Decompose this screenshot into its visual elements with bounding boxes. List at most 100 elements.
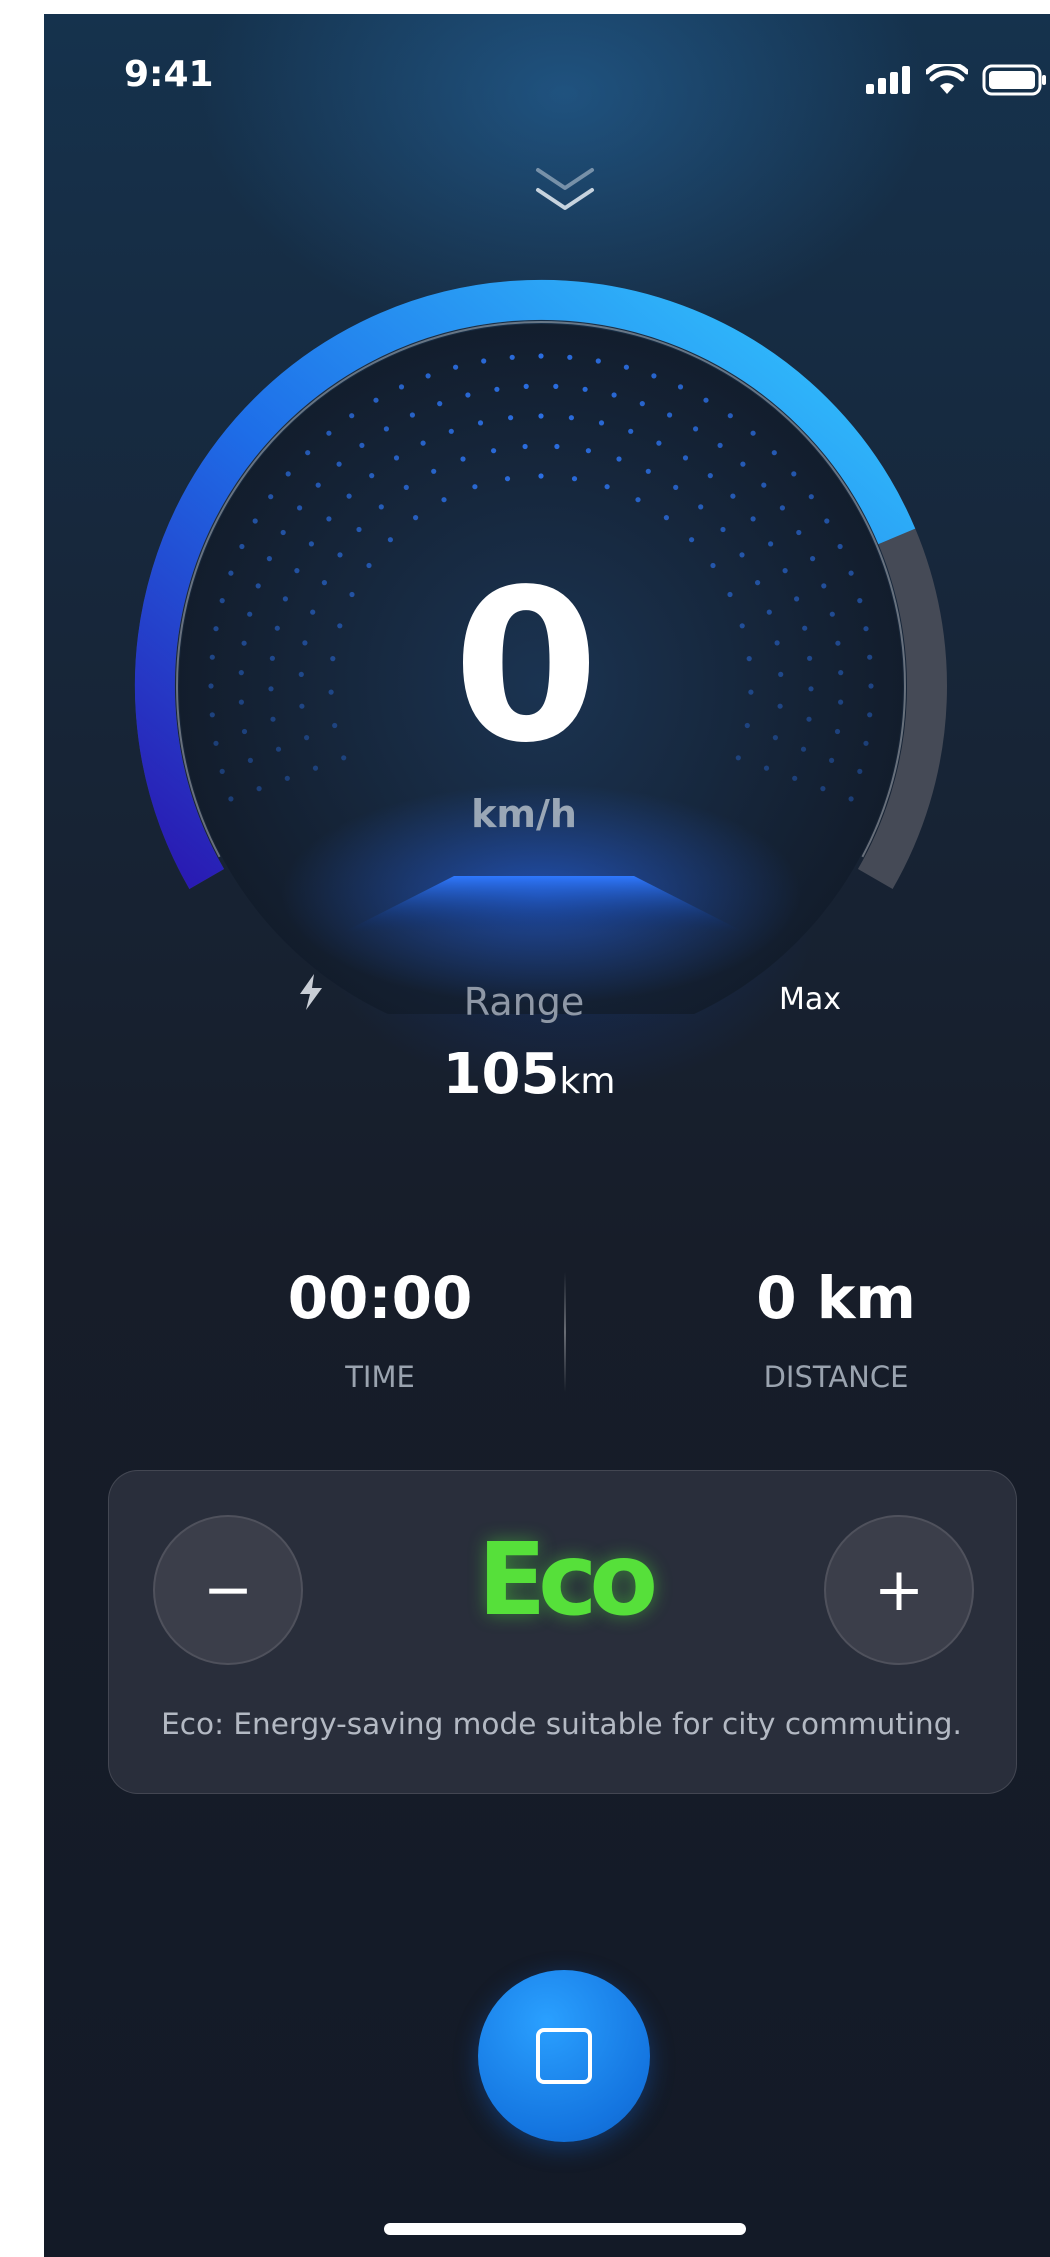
gauge-dot bbox=[285, 471, 291, 477]
gauge-dot bbox=[623, 364, 630, 370]
gauge-dot bbox=[356, 526, 362, 533]
range-number: 105 bbox=[442, 1042, 560, 1107]
gauge-dot bbox=[477, 420, 484, 426]
gauge-dot bbox=[294, 568, 300, 574]
gauge-dot bbox=[270, 716, 276, 722]
range-value: 105km bbox=[414, 1042, 644, 1107]
gauge-dot bbox=[707, 473, 713, 479]
gauge-dot bbox=[824, 518, 830, 524]
gauge-dot bbox=[761, 482, 767, 488]
speed-unit: km/h bbox=[471, 792, 577, 836]
gauge-dot bbox=[219, 768, 225, 775]
gauge-dot bbox=[779, 505, 786, 511]
gauge-dot bbox=[717, 442, 723, 448]
gauge-dot bbox=[465, 392, 471, 398]
gauge-dot bbox=[266, 556, 272, 562]
gauge-dot bbox=[616, 456, 622, 462]
gauge-dot bbox=[750, 430, 756, 436]
home-indicator[interactable] bbox=[384, 2223, 746, 2235]
gauge-dot bbox=[848, 570, 854, 576]
gauge-dot bbox=[838, 670, 844, 676]
gauge-dot bbox=[383, 426, 389, 432]
gauge-dot bbox=[808, 494, 814, 500]
gauge-dot bbox=[604, 484, 610, 490]
gauge-dot bbox=[326, 516, 332, 522]
minus-icon: − bbox=[202, 1555, 254, 1625]
gauge-dot bbox=[848, 796, 854, 802]
gauge-dot bbox=[336, 461, 342, 467]
gauge-dot bbox=[413, 515, 419, 521]
gauge-dot bbox=[802, 625, 808, 631]
gauge-dot bbox=[635, 497, 641, 503]
gauge-dot bbox=[693, 426, 699, 432]
gauge-dot bbox=[727, 413, 733, 419]
increase-mode-button[interactable]: + bbox=[824, 1515, 974, 1665]
gauge-dot bbox=[460, 456, 466, 462]
gauge-dot bbox=[326, 430, 332, 436]
distance-value: 0 km bbox=[756, 1264, 916, 1332]
gauge-dot bbox=[373, 397, 379, 403]
gauge-dot bbox=[308, 541, 314, 547]
gauge-dot bbox=[213, 626, 219, 632]
gauge-dot bbox=[689, 537, 695, 543]
gauge-dot bbox=[472, 484, 478, 490]
gauge-dot bbox=[553, 383, 559, 389]
gauge-dot bbox=[403, 484, 409, 490]
gauge-dot bbox=[349, 413, 355, 419]
gauge-dot bbox=[782, 568, 788, 574]
decrease-mode-button[interactable]: − bbox=[153, 1515, 303, 1665]
gauge-dot bbox=[806, 716, 812, 722]
gauge-dot bbox=[835, 640, 841, 646]
gauge-dot bbox=[863, 626, 869, 632]
gauge-dot bbox=[645, 468, 651, 474]
mode-description: Eco: Energy-saving mode suitable for cit… bbox=[161, 1707, 962, 1741]
gauge-dot bbox=[312, 765, 319, 771]
gauge-dot bbox=[739, 552, 745, 558]
gauge-dot bbox=[778, 671, 784, 678]
gauge-dot bbox=[369, 473, 375, 479]
gauge-dot bbox=[639, 401, 645, 407]
gauge-dot bbox=[304, 735, 310, 741]
gauge-dot bbox=[282, 596, 288, 602]
gauge-dot bbox=[280, 529, 286, 536]
gauge-dot bbox=[393, 455, 400, 461]
phone-screen: 9:41 0 km/h Range 105km Max 00:00 TIME 0… bbox=[44, 14, 1050, 2257]
gauge-dot bbox=[302, 640, 308, 646]
gauge-dot bbox=[829, 757, 835, 764]
gauge-dot bbox=[378, 504, 384, 510]
gauge-dot bbox=[523, 383, 529, 389]
gauge-dot bbox=[453, 364, 459, 370]
gauge-dot bbox=[834, 728, 841, 735]
gauge-dot bbox=[774, 640, 780, 646]
gauge-dot bbox=[582, 386, 588, 392]
stop-ride-button[interactable] bbox=[478, 1970, 650, 2142]
gauge-dot bbox=[448, 428, 454, 434]
gauge-dot bbox=[274, 625, 280, 631]
gauge-dot bbox=[829, 611, 835, 617]
gauge-dot bbox=[740, 461, 746, 467]
gauge-dot bbox=[735, 755, 741, 761]
gauge-dot bbox=[703, 397, 709, 403]
gauge-dot bbox=[425, 373, 431, 379]
gauge-dot bbox=[504, 476, 511, 482]
gauge-dot bbox=[777, 703, 783, 709]
gauge-dot bbox=[268, 494, 274, 500]
gauge-dot bbox=[299, 703, 305, 709]
gauge-dot bbox=[667, 412, 673, 418]
gauge-dot bbox=[682, 455, 689, 461]
gauge-dot bbox=[554, 443, 560, 450]
distance-label: DISTANCE bbox=[763, 1360, 909, 1394]
gauge-dot bbox=[598, 420, 605, 426]
gauge-dot bbox=[748, 689, 754, 695]
time-label: TIME bbox=[345, 1360, 415, 1394]
gauge-dot bbox=[284, 775, 290, 781]
gauge-dot bbox=[568, 415, 575, 421]
gauge-dot bbox=[538, 353, 544, 359]
gauge-dot bbox=[772, 735, 779, 741]
speed-value: 0 bbox=[452, 544, 599, 789]
gauge-dot bbox=[238, 670, 244, 676]
gauge-dot bbox=[269, 655, 275, 661]
gauge-dot bbox=[744, 722, 750, 729]
gauge-dot bbox=[305, 450, 311, 456]
gauge-dot bbox=[219, 598, 225, 604]
